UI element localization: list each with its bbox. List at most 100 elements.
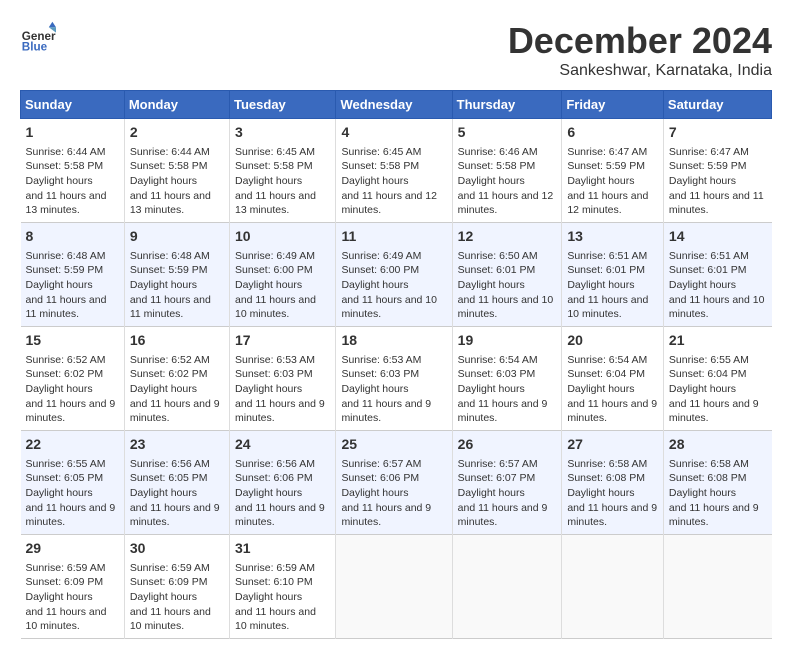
sunrise-label: Sunrise: 6:48 AM xyxy=(130,250,210,262)
daylight-duration: and 11 hours and 12 minutes. xyxy=(341,190,437,217)
day-number: 20 xyxy=(567,331,658,351)
sunset-label: Sunset: 6:09 PM xyxy=(26,576,104,588)
daylight-duration: and 11 hours and 10 minutes. xyxy=(130,606,211,633)
sunrise-label: Sunrise: 6:46 AM xyxy=(458,146,538,158)
sunset-label: Sunset: 5:59 PM xyxy=(130,264,208,276)
day-number: 27 xyxy=(567,435,658,455)
header: General Blue December 2024 Sankeshwar, K… xyxy=(20,20,772,80)
sunrise-label: Sunrise: 6:51 AM xyxy=(669,250,749,262)
sunset-label: Sunset: 6:03 PM xyxy=(458,368,536,380)
column-header-wednesday: Wednesday xyxy=(336,91,452,119)
daylight-label: Daylight hours xyxy=(235,591,302,603)
column-header-saturday: Saturday xyxy=(663,91,771,119)
sunrise-label: Sunrise: 6:56 AM xyxy=(130,458,210,470)
daylight-duration: and 11 hours and 9 minutes. xyxy=(341,398,431,425)
daylight-label: Daylight hours xyxy=(130,279,197,291)
calendar-cell: 14 Sunrise: 6:51 AM Sunset: 6:01 PM Dayl… xyxy=(663,223,771,327)
daylight-label: Daylight hours xyxy=(235,175,302,187)
daylight-label: Daylight hours xyxy=(26,175,93,187)
daylight-duration: and 11 hours and 9 minutes. xyxy=(130,502,220,529)
calendar-cell: 15 Sunrise: 6:52 AM Sunset: 6:02 PM Dayl… xyxy=(21,327,125,431)
sunset-label: Sunset: 6:01 PM xyxy=(567,264,645,276)
calendar-cell: 8 Sunrise: 6:48 AM Sunset: 5:59 PM Dayli… xyxy=(21,223,125,327)
sunset-label: Sunset: 6:03 PM xyxy=(341,368,419,380)
sunset-label: Sunset: 6:06 PM xyxy=(235,472,313,484)
daylight-duration: and 11 hours and 9 minutes. xyxy=(26,502,116,529)
calendar-cell xyxy=(562,535,664,639)
daylight-label: Daylight hours xyxy=(341,487,408,499)
daylight-label: Daylight hours xyxy=(567,383,634,395)
day-number: 28 xyxy=(669,435,767,455)
daylight-label: Daylight hours xyxy=(26,591,93,603)
calendar-table: SundayMondayTuesdayWednesdayThursdayFrid… xyxy=(20,90,772,639)
daylight-duration: and 11 hours and 12 minutes. xyxy=(567,190,648,217)
sunset-label: Sunset: 6:03 PM xyxy=(235,368,313,380)
sunset-label: Sunset: 5:58 PM xyxy=(130,160,208,172)
sunset-label: Sunset: 6:02 PM xyxy=(130,368,208,380)
calendar-week-4: 22 Sunrise: 6:55 AM Sunset: 6:05 PM Dayl… xyxy=(21,431,772,535)
daylight-label: Daylight hours xyxy=(458,487,525,499)
daylight-duration: and 11 hours and 10 minutes. xyxy=(341,294,437,321)
day-number: 6 xyxy=(567,123,658,143)
calendar-cell xyxy=(663,535,771,639)
calendar-cell: 22 Sunrise: 6:55 AM Sunset: 6:05 PM Dayl… xyxy=(21,431,125,535)
sunset-label: Sunset: 5:59 PM xyxy=(669,160,747,172)
calendar-cell: 4 Sunrise: 6:45 AM Sunset: 5:58 PM Dayli… xyxy=(336,119,452,223)
calendar-cell: 6 Sunrise: 6:47 AM Sunset: 5:59 PM Dayli… xyxy=(562,119,664,223)
sunrise-label: Sunrise: 6:59 AM xyxy=(130,562,210,574)
sunrise-label: Sunrise: 6:57 AM xyxy=(341,458,421,470)
day-number: 18 xyxy=(341,331,446,351)
day-number: 2 xyxy=(130,123,224,143)
sunrise-label: Sunrise: 6:55 AM xyxy=(26,458,106,470)
day-number: 24 xyxy=(235,435,330,455)
daylight-label: Daylight hours xyxy=(26,383,93,395)
daylight-label: Daylight hours xyxy=(130,591,197,603)
sunrise-label: Sunrise: 6:57 AM xyxy=(458,458,538,470)
daylight-duration: and 11 hours and 9 minutes. xyxy=(567,502,657,529)
column-header-friday: Friday xyxy=(562,91,664,119)
sunset-label: Sunset: 6:06 PM xyxy=(341,472,419,484)
sunrise-label: Sunrise: 6:51 AM xyxy=(567,250,647,262)
column-header-tuesday: Tuesday xyxy=(230,91,336,119)
daylight-duration: and 11 hours and 13 minutes. xyxy=(130,190,211,217)
daylight-label: Daylight hours xyxy=(669,175,736,187)
daylight-label: Daylight hours xyxy=(130,487,197,499)
sunset-label: Sunset: 5:59 PM xyxy=(26,264,104,276)
sunrise-label: Sunrise: 6:58 AM xyxy=(567,458,647,470)
daylight-duration: and 11 hours and 10 minutes. xyxy=(458,294,554,321)
sunset-label: Sunset: 6:07 PM xyxy=(458,472,536,484)
daylight-duration: and 11 hours and 11 minutes. xyxy=(130,294,211,321)
daylight-duration: and 11 hours and 9 minutes. xyxy=(130,398,220,425)
calendar-cell: 31 Sunrise: 6:59 AM Sunset: 6:10 PM Dayl… xyxy=(230,535,336,639)
daylight-duration: and 11 hours and 11 minutes. xyxy=(26,294,107,321)
calendar-cell: 20 Sunrise: 6:54 AM Sunset: 6:04 PM Dayl… xyxy=(562,327,664,431)
sunrise-label: Sunrise: 6:47 AM xyxy=(669,146,749,158)
location-title: Sankeshwar, Karnataka, India xyxy=(508,62,772,80)
daylight-duration: and 11 hours and 12 minutes. xyxy=(458,190,554,217)
calendar-cell: 3 Sunrise: 6:45 AM Sunset: 5:58 PM Dayli… xyxy=(230,119,336,223)
sunrise-label: Sunrise: 6:49 AM xyxy=(341,250,421,262)
sunset-label: Sunset: 6:04 PM xyxy=(669,368,747,380)
daylight-duration: and 11 hours and 9 minutes. xyxy=(235,398,325,425)
calendar-week-5: 29 Sunrise: 6:59 AM Sunset: 6:09 PM Dayl… xyxy=(21,535,772,639)
daylight-label: Daylight hours xyxy=(26,487,93,499)
day-number: 22 xyxy=(26,435,119,455)
day-number: 4 xyxy=(341,123,446,143)
calendar-cell: 2 Sunrise: 6:44 AM Sunset: 5:58 PM Dayli… xyxy=(124,119,229,223)
daylight-duration: and 11 hours and 9 minutes. xyxy=(235,502,325,529)
daylight-label: Daylight hours xyxy=(567,487,634,499)
sunset-label: Sunset: 6:02 PM xyxy=(26,368,104,380)
day-number: 1 xyxy=(26,123,119,143)
column-header-thursday: Thursday xyxy=(452,91,562,119)
sunrise-label: Sunrise: 6:53 AM xyxy=(235,354,315,366)
sunrise-label: Sunrise: 6:48 AM xyxy=(26,250,106,262)
daylight-label: Daylight hours xyxy=(235,487,302,499)
sunrise-label: Sunrise: 6:44 AM xyxy=(130,146,210,158)
day-number: 10 xyxy=(235,227,330,247)
daylight-label: Daylight hours xyxy=(235,383,302,395)
daylight-label: Daylight hours xyxy=(341,279,408,291)
sunrise-label: Sunrise: 6:47 AM xyxy=(567,146,647,158)
daylight-duration: and 11 hours and 9 minutes. xyxy=(26,398,116,425)
day-number: 21 xyxy=(669,331,767,351)
day-number: 19 xyxy=(458,331,557,351)
